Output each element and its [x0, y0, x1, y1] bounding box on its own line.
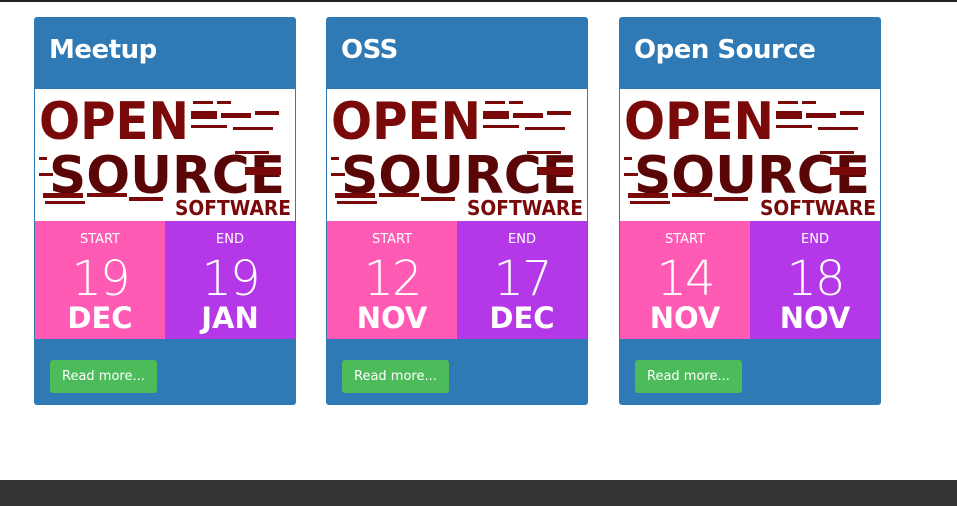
start-date: START 14 NOV — [620, 221, 750, 339]
end-day: 17 — [493, 251, 552, 307]
start-label: START — [79, 232, 121, 247]
end-month: NOV — [779, 301, 851, 335]
logo-word-open: OPEN — [624, 92, 774, 152]
read-more-button[interactable]: Read more... — [342, 360, 449, 393]
open-source-software-image: OPEN SOURCE SOFTWARE — [35, 89, 295, 221]
end-month: DEC — [489, 301, 555, 335]
end-day: 18 — [786, 251, 845, 307]
page-footer — [0, 480, 957, 506]
start-date: START 12 NOV — [327, 221, 457, 339]
event-card: Meetup OPEN SOURCE SOFTWARE START 19 DEC… — [34, 17, 296, 405]
event-card: Open Source OPEN SOURCE SOFTWARE START 1… — [619, 17, 881, 405]
start-month: NOV — [649, 301, 721, 335]
event-dates: START 12 NOV END 17 DEC — [327, 221, 587, 339]
top-border — [0, 0, 957, 2]
start-month: NOV — [356, 301, 428, 335]
open-source-software-image: OPEN SOURCE SOFTWARE — [327, 89, 587, 221]
end-date: END 19 JAN — [165, 221, 295, 339]
event-title[interactable]: Meetup — [49, 35, 157, 65]
event-title[interactable]: Open Source — [634, 35, 816, 65]
end-month: JAN — [201, 301, 259, 335]
logo-word-software: SOFTWARE — [760, 196, 876, 220]
start-date: START 19 DEC — [35, 221, 165, 339]
start-month: DEC — [67, 301, 133, 335]
start-day: 19 — [71, 251, 130, 307]
logo-word-software: SOFTWARE — [467, 196, 583, 220]
end-label: END — [216, 232, 244, 247]
start-label: START — [664, 232, 706, 247]
start-day: 12 — [363, 251, 422, 307]
open-source-software-image: OPEN SOURCE SOFTWARE — [620, 89, 880, 221]
logo-word-software: SOFTWARE — [175, 196, 291, 220]
logo-word-open: OPEN — [331, 92, 481, 152]
end-label: END — [801, 232, 829, 247]
end-date: END 18 NOV — [750, 221, 880, 339]
event-dates: START 14 NOV END 18 NOV — [620, 221, 880, 339]
start-label: START — [371, 232, 413, 247]
end-day: 19 — [201, 251, 260, 307]
event-dates: START 19 DEC END 19 JAN — [35, 221, 295, 339]
start-day: 14 — [656, 251, 715, 307]
event-card: OSS OPEN SOURCE SOFTWARE START 12 NOV EN… — [326, 17, 588, 405]
end-label: END — [508, 232, 536, 247]
read-more-button[interactable]: Read more... — [635, 360, 742, 393]
logo-word-open: OPEN — [39, 92, 189, 152]
event-title[interactable]: OSS — [341, 35, 398, 65]
end-date: END 17 DEC — [457, 221, 587, 339]
read-more-button[interactable]: Read more... — [50, 360, 157, 393]
